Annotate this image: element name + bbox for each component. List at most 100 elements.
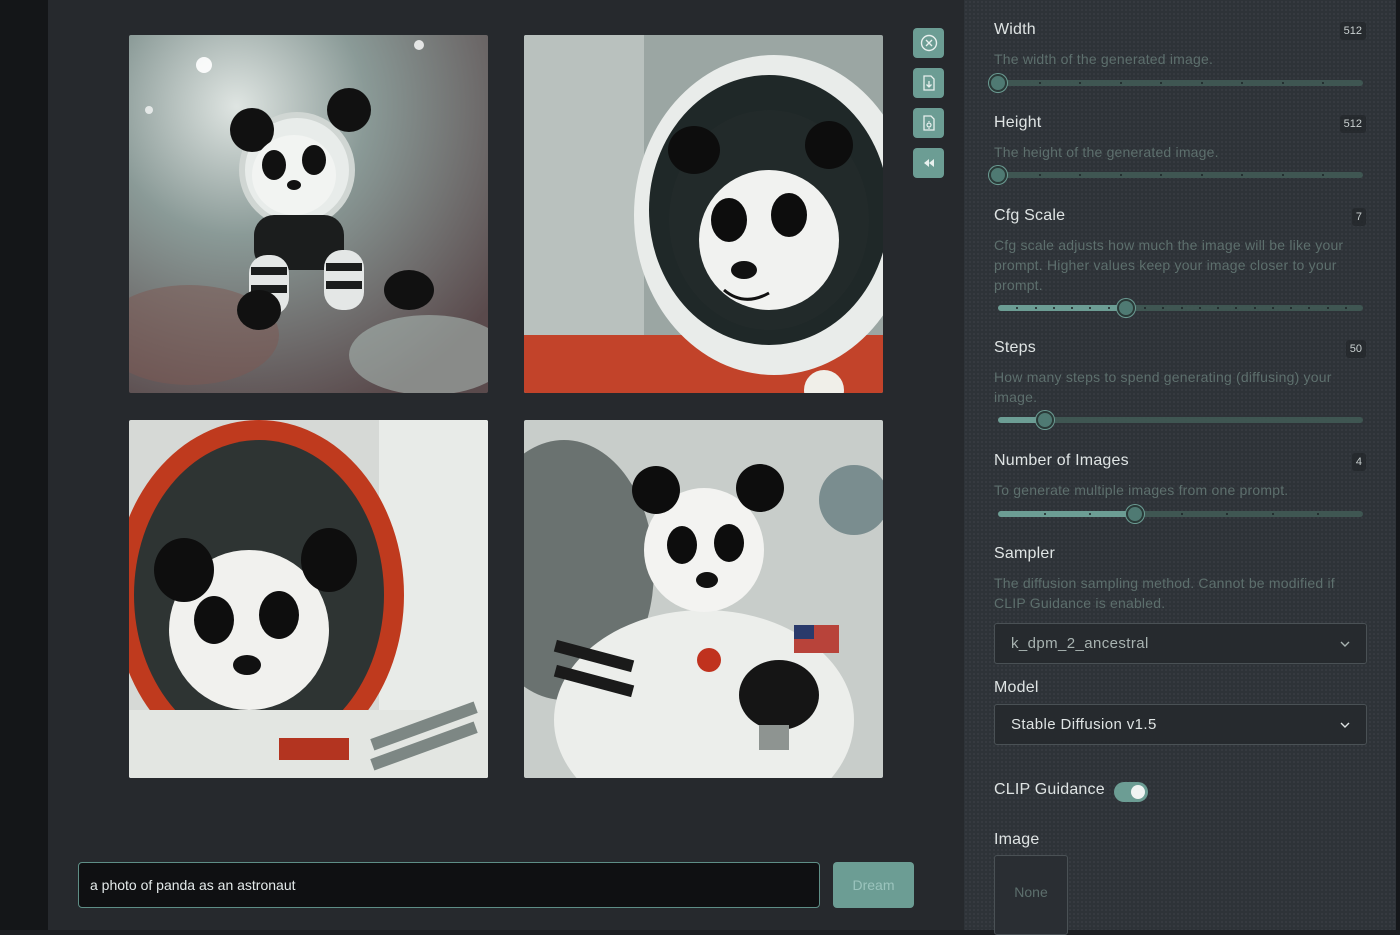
download-file-icon [922,75,935,91]
cancel-button[interactable] [913,28,944,58]
image-upload-box[interactable]: None [994,855,1068,935]
clip-guidance-toggle[interactable] [1114,782,1148,802]
upscale-button[interactable] [913,108,944,138]
toggle-knob [1131,785,1145,799]
generated-image-2[interactable] [524,35,883,393]
height-label: Height [994,114,1042,131]
slider-tick [1241,82,1243,84]
rewind-button[interactable] [913,148,944,178]
steps-slider-thumb[interactable] [1036,411,1054,429]
cfg-scale-slider-thumb[interactable] [1117,299,1135,317]
slider-tick [1217,307,1219,309]
num-images-description: To generate multiple images from one pro… [994,482,1289,498]
slider-tick [1044,513,1046,515]
sampler-label: Sampler [994,545,1055,562]
slider-tick [1053,307,1055,309]
sampler-select[interactable]: k_dpm_2_ancestral [994,623,1367,664]
width-slider[interactable] [989,74,1363,92]
prompt-input[interactable] [78,862,820,908]
clip-guidance-label: CLIP Guidance [994,781,1105,798]
slider-tick [1089,513,1091,515]
chevron-down-icon [1340,641,1350,647]
slider-tick [1016,307,1018,309]
slider-tick [1290,307,1292,309]
cfg-scale-value: 7 [1351,208,1366,226]
chevron-down-icon [1340,722,1350,728]
settings-panel: Width 512 The width of the generated ima… [964,0,1400,935]
slider-tick [1160,174,1162,176]
slider-tick [1282,82,1284,84]
image-upload-value: None [1014,884,1048,900]
slider-tick [1201,82,1203,84]
slider-tick [1120,174,1122,176]
slider-tick [1144,307,1146,309]
slider-tick [1079,82,1081,84]
slider-tick [1226,513,1228,515]
slider-tick [1039,174,1041,176]
slider-tick [1035,307,1037,309]
num-images-slider-thumb[interactable] [1126,505,1144,523]
generated-image-3[interactable] [129,420,488,778]
slider-tick [1235,307,1237,309]
slider-tick [1322,174,1324,176]
sampler-description: The diffusion sampling method. Cannot be… [994,575,1335,611]
slider-tick [1241,174,1243,176]
slider-tick [1322,82,1324,84]
steps-label: Steps [994,339,1036,356]
generated-image-1[interactable] [129,35,488,393]
slider-tick [1120,82,1122,84]
image-panda-space [129,35,488,393]
cfg-scale-description: Cfg scale adjusts how much the image wil… [994,237,1344,293]
num-images-slider[interactable] [998,505,1363,523]
slider-tick [1089,307,1091,309]
height-description: The height of the generated image. [994,144,1219,160]
slider-tick [1272,513,1274,515]
steps-value: 50 [1345,340,1366,358]
slider-tick [1181,513,1183,515]
num-images-value: 4 [1351,453,1366,471]
cfg-scale-label: Cfg Scale [994,207,1066,224]
num-images-label: Number of Images [994,452,1129,469]
height-slider-thumb[interactable] [989,166,1007,184]
image-label: Image [994,831,1040,848]
slider-tick [1201,174,1203,176]
sampler-selected: k_dpm_2_ancestral [1011,635,1149,652]
slider-tick [1317,513,1319,515]
slider-tick [1108,307,1110,309]
dream-button[interactable]: Dream [833,862,914,908]
width-description: The width of the generated image. [994,51,1214,67]
download-button[interactable] [913,68,944,98]
left-rail [0,0,48,930]
right-edge [1396,0,1400,930]
width-label: Width [994,21,1036,38]
main-canvas: Dream [48,0,964,930]
slider-tick [1254,307,1256,309]
steps-description: How many steps to spend generating (diff… [994,369,1332,405]
model-label: Model [994,679,1039,696]
file-settings-icon [922,115,935,131]
width-slider-thumb[interactable] [989,74,1007,92]
height-value: 512 [1339,115,1366,133]
slider-tick [1079,174,1081,176]
slider-tick [1282,174,1284,176]
slider-tick [1039,82,1041,84]
model-select[interactable]: Stable Diffusion v1.5 [994,704,1367,745]
slider-tick [1327,307,1329,309]
model-selected: Stable Diffusion v1.5 [1011,716,1157,733]
image-panda-flag [524,420,883,778]
image-panda-orange-helmet [129,420,488,778]
slider-tick [1071,307,1073,309]
image-panda-helmet [524,35,883,393]
slider-tick [1162,307,1164,309]
height-slider[interactable] [989,166,1363,184]
slider-tick [1160,82,1162,84]
slider-tick [1199,307,1201,309]
cfg-scale-slider[interactable] [998,299,1363,317]
generated-image-4[interactable] [524,420,883,778]
width-value: 512 [1339,22,1366,40]
steps-slider[interactable] [998,411,1363,429]
slider-tick [1181,307,1183,309]
slider-tick [1272,307,1274,309]
slider-tick [1308,307,1310,309]
close-circle-icon [920,34,937,52]
